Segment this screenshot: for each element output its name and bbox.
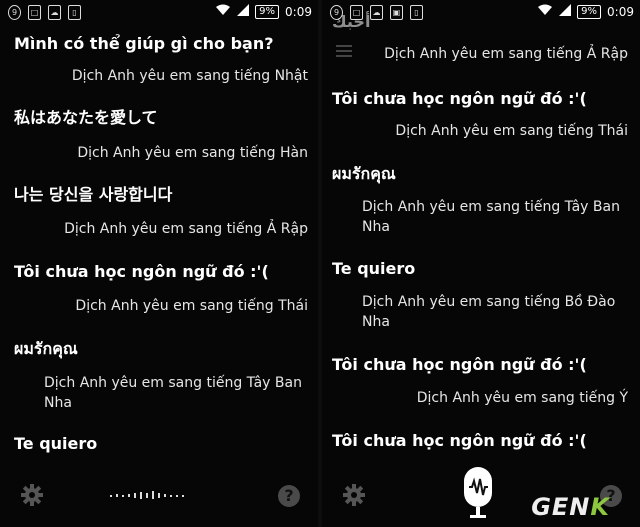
image-icon: ▣: [390, 5, 403, 20]
status-bar: 9 □ ☁ ▯ 9% 0:09: [0, 0, 318, 24]
bottom-bar: ?: [0, 477, 318, 527]
app-notification-icon: □: [28, 5, 41, 20]
gear-icon[interactable]: [342, 483, 366, 507]
watermark-logo: GENK: [531, 493, 610, 521]
assistant-message: Dịch Anh yêu em sang tiếng Thái: [75, 298, 308, 314]
user-message: Tôi chưa học ngôn ngữ đó :'(: [332, 431, 587, 450]
signal-icon: [237, 4, 250, 19]
user-message: 私はあなたを愛して: [14, 108, 158, 127]
user-message: Tôi chưa học ngôn ngữ đó :'(: [332, 355, 587, 374]
wifi-icon: [537, 4, 553, 19]
microphone-icon[interactable]: [460, 467, 496, 519]
listening-indicator: [110, 485, 200, 499]
clock: 0:09: [285, 4, 312, 19]
user-message: Te quiero: [332, 259, 416, 278]
assistant-message: Dịch Anh yêu em sang tiếng Ý: [416, 390, 628, 406]
assistant-message: Dịch Anh yêu em sang tiếng Hàn: [77, 145, 308, 161]
user-message: Te quiero: [14, 434, 98, 453]
battery-indicator: 9%: [255, 4, 280, 19]
user-message: أحبك: [332, 12, 371, 31]
assistant-message: Dịch Anh yêu em sang tiếng Ả Rập: [384, 46, 628, 62]
battery-indicator: 9%: [577, 4, 602, 19]
user-message: Tôi chưa học ngôn ngữ đó :'(: [332, 89, 587, 108]
cloud-icon: ☁: [370, 5, 383, 20]
user-message: 나는 당신을 사랑합니다: [14, 185, 173, 204]
user-message: Tôi chưa học ngôn ngữ đó :'(: [14, 262, 269, 281]
cloud-icon: ☁: [48, 5, 61, 20]
assistant-message: Dịch Anh yêu em sang tiếng Tây Ban Nha: [362, 199, 620, 235]
user-message: ผมรักคุณ: [14, 339, 78, 358]
clock: 0:09: [607, 4, 634, 19]
help-icon[interactable]: ?: [278, 485, 300, 507]
user-message: Mình có thể giúp gì cho bạn?: [14, 34, 274, 53]
assistant-message: Dịch Anh yêu em sang tiếng Tây Ban Nha: [44, 375, 302, 411]
assistant-message: Dịch Anh yêu em sang tiếng Bồ Đào Nha: [362, 294, 616, 330]
assistant-message: Dịch Anh yêu em sang tiếng Thái: [395, 123, 628, 139]
right-screen: 9 □ ☁ ▣ ▯ 9% 0:09 أحبك Dịch Anh yêu em s…: [322, 0, 640, 527]
gear-icon[interactable]: [20, 483, 44, 507]
wifi-icon: [215, 4, 231, 19]
signal-icon: [559, 4, 572, 19]
assistant-message: Dịch Anh yêu em sang tiếng Ả Rập: [64, 221, 308, 237]
left-screen: 9 □ ☁ ▯ 9% 0:09 Mình có thể giúp gì cho …: [0, 0, 318, 527]
phone-icon: ▯: [410, 5, 423, 20]
phone-icon: ▯: [68, 5, 81, 20]
notification-count-icon: 9: [8, 5, 21, 20]
user-message: ผมรักคุณ: [332, 164, 396, 183]
hamburger-icon[interactable]: [336, 42, 352, 57]
assistant-message: Dịch Anh yêu em sang tiếng Nhật: [71, 68, 308, 84]
